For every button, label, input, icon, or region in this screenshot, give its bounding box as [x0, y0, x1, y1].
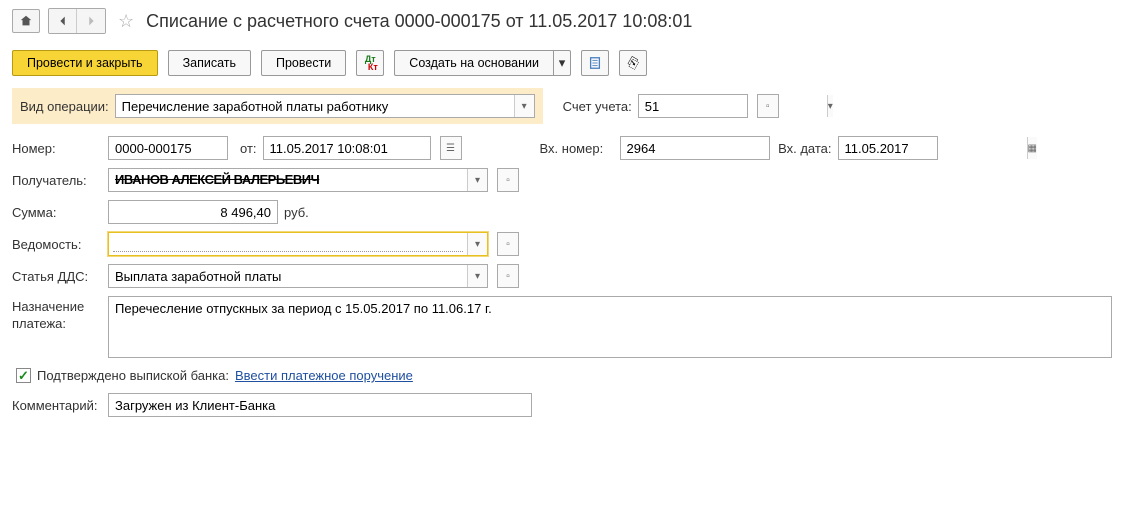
attach-button[interactable]: ⎘	[619, 50, 647, 76]
dt-ct-button[interactable]: Дт Кт	[356, 50, 384, 76]
post-button[interactable]: Провести	[261, 50, 346, 76]
confirmed-checkbox[interactable]: ✓	[16, 368, 31, 383]
recipient-open-btn[interactable]: ▫	[497, 168, 519, 192]
in-number-field[interactable]	[620, 136, 770, 160]
recipient-value: ИВАНОВ АЛЕКСЕЙ ВАЛЕРЬЕВИЧ	[109, 169, 467, 191]
dt-ct-icon: Дт Кт	[363, 55, 378, 71]
purpose-label: Назначениеплатежа:	[12, 296, 102, 333]
account-dropdown-btn[interactable]: ▾	[827, 95, 833, 117]
chevron-down-icon: ▾	[828, 101, 833, 112]
purpose-textarea[interactable]	[108, 296, 1112, 358]
open-icon: ▫	[506, 271, 510, 282]
recipient-label: Получатель:	[12, 173, 102, 188]
chevron-down-icon: ▾	[475, 271, 480, 282]
recipient-field[interactable]: ИВАНОВ АЛЕКСЕЙ ВАЛЕРЬЕВИЧ ▾	[108, 168, 488, 192]
chevron-down-icon: ▾	[475, 239, 480, 250]
vedomost-field[interactable]: ▾	[108, 232, 488, 256]
comment-label: Комментарий:	[12, 398, 102, 413]
calendar-icon: ▦	[1028, 143, 1037, 154]
date-field[interactable]: ▦	[263, 136, 431, 160]
dds-label: Статья ДДС:	[12, 269, 102, 284]
chevron-down-icon: ▾	[559, 55, 566, 71]
currency-label: руб.	[284, 205, 309, 220]
in-date-calendar-btn[interactable]: ▦	[1027, 137, 1037, 159]
vedomost-input[interactable]	[113, 233, 463, 252]
account-open-btn[interactable]: ▫	[757, 94, 779, 118]
favorite-star-icon[interactable]: ☆	[118, 11, 134, 32]
number-label: Номер:	[12, 141, 102, 156]
date-label: от:	[240, 141, 257, 156]
in-date-field[interactable]: ▦	[838, 136, 938, 160]
page-title: Списание с расчетного счета 0000-000175 …	[146, 11, 692, 32]
open-icon: ▫	[506, 175, 510, 186]
chevron-down-icon: ▾	[475, 175, 480, 186]
comment-field[interactable]	[108, 393, 532, 417]
create-based-on-button[interactable]: Создать на основании	[394, 50, 553, 76]
in-date-label: Вх. дата:	[776, 141, 832, 156]
operation-input[interactable]	[116, 95, 514, 117]
number-field[interactable]	[108, 136, 228, 160]
vedomost-label: Ведомость:	[12, 237, 102, 252]
recipient-dropdown-btn[interactable]: ▾	[467, 169, 487, 191]
create-based-on-dropdown[interactable]: ▾	[553, 50, 571, 76]
list-icon: ☰	[446, 143, 455, 154]
save-button[interactable]: Записать	[168, 50, 251, 76]
operation-dropdown-btn[interactable]: ▾	[514, 95, 534, 117]
document-icon	[588, 56, 602, 70]
dds-field[interactable]: ▾	[108, 264, 488, 288]
create-based-on-split: Создать на основании ▾	[394, 50, 571, 76]
operation-label: Вид операции:	[20, 99, 109, 114]
in-number-label: Вх. номер:	[540, 141, 614, 156]
paperclip-icon: ⎘	[625, 54, 641, 72]
print-button[interactable]	[581, 50, 609, 76]
dds-dropdown-btn[interactable]: ▾	[467, 265, 487, 287]
date-ext-btn[interactable]: ☰	[440, 136, 462, 160]
home-button[interactable]	[12, 9, 40, 33]
post-and-close-button[interactable]: Провести и закрыть	[12, 50, 158, 76]
dds-input[interactable]	[109, 265, 467, 287]
open-icon: ▫	[506, 239, 510, 250]
arrow-left-icon	[56, 14, 70, 28]
account-field[interactable]: ▾	[638, 94, 748, 118]
open-icon: ▫	[766, 101, 770, 112]
dds-open-btn[interactable]: ▫	[497, 264, 519, 288]
home-icon	[19, 14, 33, 28]
payment-order-link[interactable]: Ввести платежное поручение	[235, 368, 413, 383]
forward-button[interactable]	[77, 9, 105, 33]
nav-history	[48, 8, 106, 34]
confirmed-label: Подтверждено выпиской банка:	[37, 368, 229, 383]
comment-input[interactable]	[109, 394, 531, 416]
sum-label: Сумма:	[12, 205, 102, 220]
arrow-right-icon	[84, 14, 98, 28]
date-input[interactable]	[264, 137, 452, 159]
operation-select[interactable]: ▾	[115, 94, 535, 118]
account-label: Счет учета:	[563, 99, 632, 114]
vedomost-open-btn[interactable]: ▫	[497, 232, 519, 256]
back-button[interactable]	[49, 9, 77, 33]
chevron-down-icon: ▾	[522, 101, 527, 112]
sum-input[interactable]	[108, 200, 278, 224]
account-input[interactable]	[639, 95, 827, 117]
vedomost-dropdown-btn[interactable]: ▾	[467, 233, 487, 255]
in-date-input[interactable]	[839, 137, 1027, 159]
